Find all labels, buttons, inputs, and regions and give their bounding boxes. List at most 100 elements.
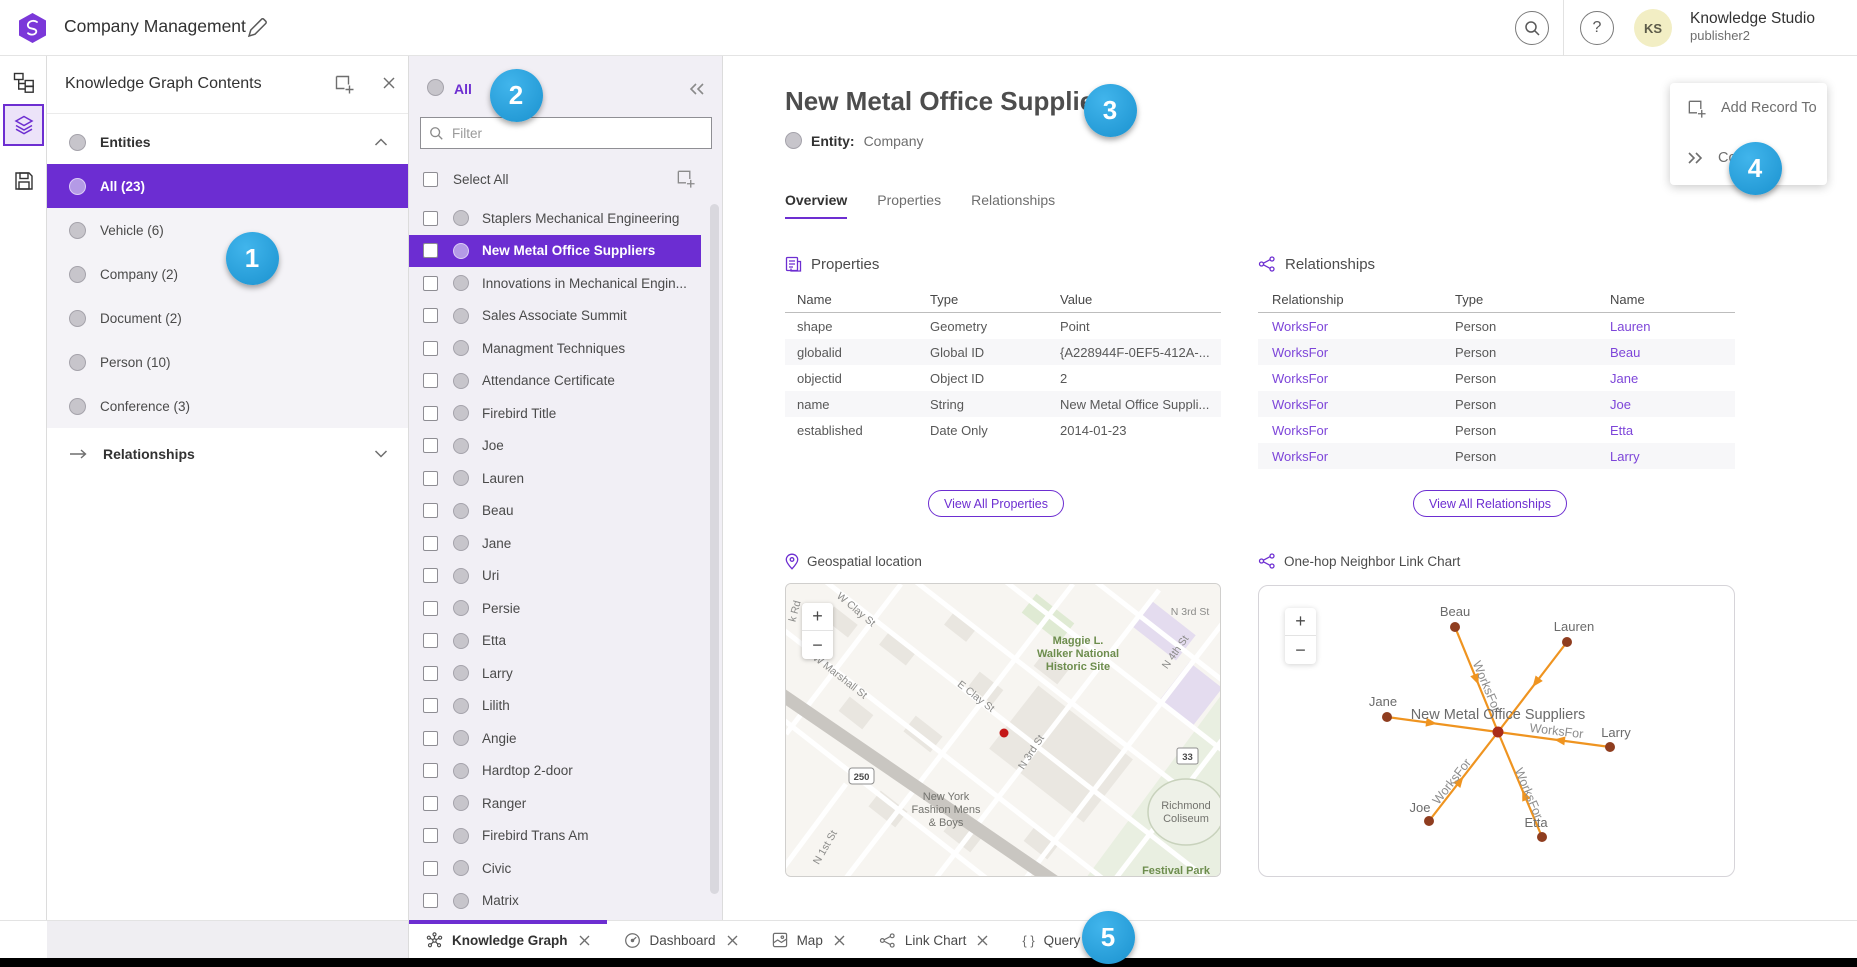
user-identity[interactable]: Knowledge Studio publisher2 xyxy=(1690,9,1815,45)
close-panel-button[interactable] xyxy=(379,73,401,95)
map-widget[interactable]: k Rd W Clay St W Marshall St E Clay St N… xyxy=(785,583,1221,877)
related-entity-link[interactable]: Lauren xyxy=(1610,319,1735,334)
entity-type-item-vehicle[interactable]: Vehicle (6) xyxy=(47,208,408,252)
relationships-section-header[interactable]: Relationships xyxy=(47,432,408,476)
filter-input[interactable] xyxy=(452,126,703,141)
zoom-out-button[interactable]: − xyxy=(1285,636,1316,664)
relationship-link[interactable]: WorksFor xyxy=(1272,397,1455,412)
checkbox[interactable] xyxy=(423,698,438,713)
checkbox[interactable] xyxy=(423,471,438,486)
checkbox[interactable] xyxy=(423,406,438,421)
list-item[interactable]: Firebird Trans Am xyxy=(409,820,701,853)
collapse-list-panel-button[interactable] xyxy=(688,82,706,96)
list-item[interactable]: Sales Associate Summit xyxy=(409,300,701,333)
close-tab-button[interactable] xyxy=(579,935,590,946)
checkbox[interactable] xyxy=(423,243,438,258)
list-scrollbar[interactable] xyxy=(710,204,719,894)
list-item-selected[interactable]: New Metal Office Suppliers xyxy=(409,235,701,268)
edit-title-icon[interactable] xyxy=(244,15,270,41)
list-item[interactable]: Beau xyxy=(409,495,701,528)
view-tab-dashboard[interactable]: Dashboard xyxy=(607,921,755,959)
list-item[interactable]: Firebird Title xyxy=(409,397,701,430)
zoom-out-button[interactable]: − xyxy=(802,631,833,659)
checkbox[interactable] xyxy=(423,536,438,551)
view-all-relationships-button[interactable]: View All Relationships xyxy=(1413,490,1567,517)
view-tab-link-chart[interactable]: Link Chart xyxy=(862,921,1006,959)
related-entity-link[interactable]: Beau xyxy=(1610,345,1735,360)
related-entity-link[interactable]: Larry xyxy=(1610,449,1735,464)
list-item[interactable]: Joe xyxy=(409,430,701,463)
list-item[interactable]: Innovations in Mechanical Engin... xyxy=(409,267,701,300)
close-tab-button[interactable] xyxy=(977,935,988,946)
view-tab-knowledge-graph[interactable]: Knowledge Graph xyxy=(409,921,607,959)
entity-type-item-all[interactable]: All (23) xyxy=(47,164,408,208)
checkbox[interactable] xyxy=(423,796,438,811)
list-item[interactable]: Hardtop 2-door xyxy=(409,755,701,788)
view-all-properties-button[interactable]: View All Properties xyxy=(928,490,1064,517)
all-filter-label[interactable]: All xyxy=(454,81,472,97)
list-item[interactable]: Staplers Mechanical Engineering xyxy=(409,202,701,235)
list-item[interactable]: Managment Techniques xyxy=(409,332,701,365)
checkbox[interactable] xyxy=(423,568,438,583)
list-item[interactable]: Larry xyxy=(409,657,701,690)
checkbox[interactable] xyxy=(423,276,438,291)
add-record-button[interactable] xyxy=(675,168,696,189)
checkbox[interactable] xyxy=(423,633,438,648)
entity-type-item-person[interactable]: Person (10) xyxy=(47,340,408,384)
checkbox[interactable] xyxy=(423,308,438,323)
list-item[interactable]: Jane xyxy=(409,527,701,560)
link-chart-widget[interactable]: WorksFor WorksFor WorksFor WorksFor Beau… xyxy=(1258,585,1735,877)
close-tab-button[interactable] xyxy=(727,935,738,946)
checkbox[interactable] xyxy=(423,666,438,681)
tab-properties[interactable]: Properties xyxy=(877,192,941,219)
entities-section-header[interactable]: Entities xyxy=(47,120,408,164)
save-button[interactable] xyxy=(11,168,36,193)
list-item[interactable]: Angie xyxy=(409,722,701,755)
zoom-in-button[interactable]: + xyxy=(1285,608,1316,636)
menu-item-add-record-to[interactable]: Add Record To xyxy=(1670,83,1827,133)
relationship-link[interactable]: WorksFor xyxy=(1272,319,1455,334)
list-item[interactable]: Matrix xyxy=(409,885,701,918)
checkbox[interactable] xyxy=(423,373,438,388)
list-item[interactable]: Lauren xyxy=(409,462,701,495)
select-all-checkbox[interactable] xyxy=(423,172,438,187)
list-item[interactable]: Persie xyxy=(409,592,701,625)
entity-type-item-conference[interactable]: Conference (3) xyxy=(47,384,408,428)
checkbox[interactable] xyxy=(423,828,438,843)
list-item[interactable]: Ranger xyxy=(409,787,701,820)
relationship-link[interactable]: WorksFor xyxy=(1272,449,1455,464)
relationship-link[interactable]: WorksFor xyxy=(1272,423,1455,438)
relationship-link[interactable]: WorksFor xyxy=(1272,345,1455,360)
relationship-link[interactable]: WorksFor xyxy=(1272,371,1455,386)
hierarchy-view-button[interactable] xyxy=(11,69,36,94)
checkbox[interactable] xyxy=(423,731,438,746)
list-item[interactable]: Attendance Certificate xyxy=(409,365,701,398)
checkbox[interactable] xyxy=(423,601,438,616)
checkbox[interactable] xyxy=(423,438,438,453)
list-item[interactable]: Etta xyxy=(409,625,701,658)
user-avatar[interactable]: KS xyxy=(1634,9,1672,47)
add-record-button[interactable] xyxy=(333,73,355,95)
view-tab-map[interactable]: Map xyxy=(755,921,862,959)
checkbox[interactable] xyxy=(423,893,438,908)
checkbox[interactable] xyxy=(423,341,438,356)
search-button[interactable] xyxy=(1515,11,1549,45)
related-entity-link[interactable]: Etta xyxy=(1610,423,1735,438)
entity-type-item-document[interactable]: Document (2) xyxy=(47,296,408,340)
zoom-in-button[interactable]: + xyxy=(802,603,833,631)
list-item[interactable]: Lilith xyxy=(409,690,701,723)
related-entity-link[interactable]: Jane xyxy=(1610,371,1735,386)
list-item[interactable]: Civic xyxy=(409,852,701,885)
expand-relationships-button[interactable] xyxy=(374,450,388,459)
tab-overview[interactable]: Overview xyxy=(785,192,847,219)
tab-relationships[interactable]: Relationships xyxy=(971,192,1055,219)
related-entity-link[interactable]: Joe xyxy=(1610,397,1735,412)
checkbox[interactable] xyxy=(423,503,438,518)
list-item[interactable]: Uri xyxy=(409,560,701,593)
collapse-entities-button[interactable] xyxy=(374,138,388,147)
checkbox[interactable] xyxy=(423,763,438,778)
close-tab-button[interactable] xyxy=(834,935,845,946)
checkbox[interactable] xyxy=(423,211,438,226)
checkbox[interactable] xyxy=(423,861,438,876)
contents-view-button[interactable] xyxy=(3,104,44,146)
